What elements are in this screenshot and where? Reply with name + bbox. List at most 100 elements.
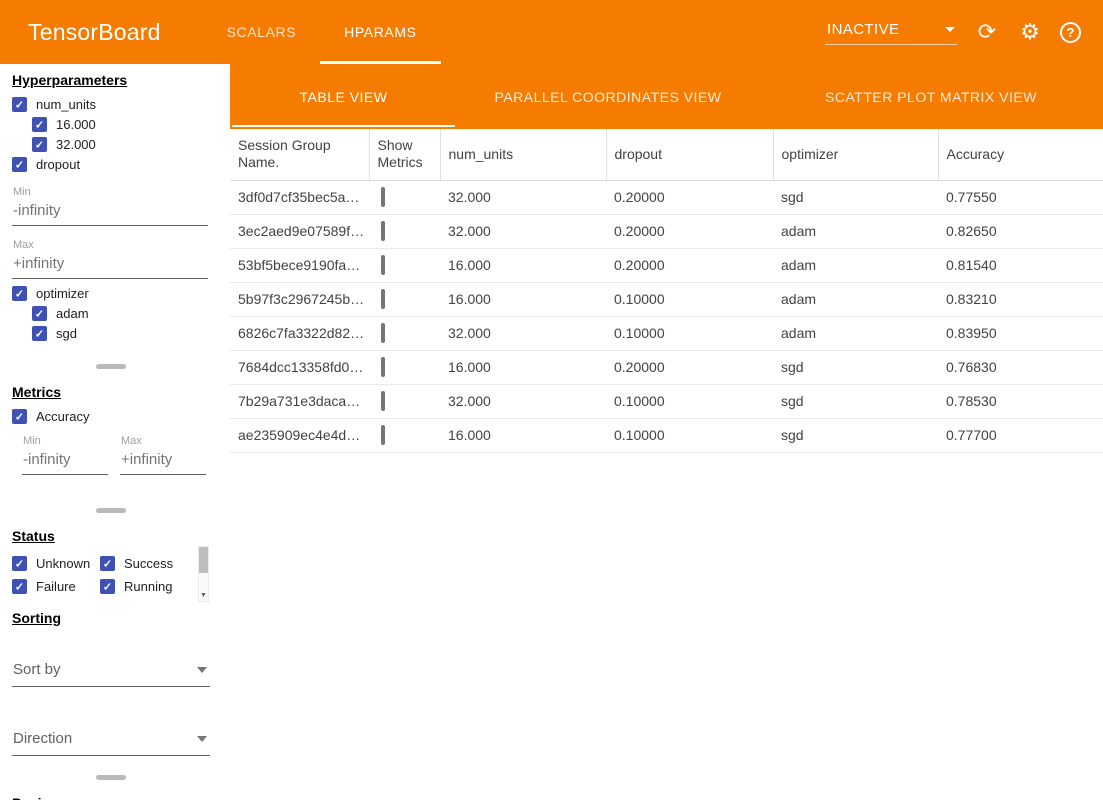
scroll-down-icon[interactable]: ▼ <box>200 591 207 601</box>
col-num-units[interactable]: num_units <box>440 129 606 180</box>
accuracy-cell: 0.81540 <box>938 248 1103 282</box>
checkbox-checked-icon[interactable] <box>12 97 27 112</box>
status-option-success[interactable]: Success <box>100 555 198 572</box>
dropout-cell: 0.10000 <box>606 418 773 452</box>
gear-icon[interactable]: ⚙ <box>1017 20 1043 44</box>
col-session-group-name[interactable]: Session Group Name. <box>230 129 369 180</box>
checkbox-checked-icon[interactable] <box>12 579 27 594</box>
show-metrics-cell <box>369 316 440 350</box>
show-metrics-checkbox[interactable] <box>381 187 385 207</box>
hparam-optimizer-value-sgd[interactable]: sgd <box>12 325 211 342</box>
dropout-min-input[interactable] <box>12 198 208 226</box>
hparam-optimizer[interactable]: optimizer <box>12 285 211 302</box>
metric-accuracy[interactable]: Accuracy <box>12 408 211 425</box>
metric-max-label: Max <box>121 435 206 447</box>
show-metrics-checkbox[interactable] <box>381 391 385 411</box>
checkbox-checked-icon[interactable] <box>32 326 47 341</box>
checkbox-checked-icon[interactable] <box>100 579 115 594</box>
checkbox-checked-icon[interactable] <box>12 286 27 301</box>
session-group-name-cell: 7b29a731e3daca… <box>230 384 369 418</box>
col-dropout[interactable]: dropout <box>606 129 773 180</box>
table-row: 3df0d7cf35bec5a…32.0000.20000sgd0.77550 <box>230 180 1103 214</box>
show-metrics-checkbox[interactable] <box>381 357 385 377</box>
num-units-cell: 16.000 <box>440 282 606 316</box>
tab-hparams[interactable]: HPARAMS <box>320 0 440 64</box>
num-units-cell: 32.000 <box>440 180 606 214</box>
col-accuracy[interactable]: Accuracy <box>938 129 1103 180</box>
col-show-metrics[interactable]: Show Metrics <box>369 129 440 180</box>
tab-scalars[interactable]: SCALARS <box>203 0 321 64</box>
status-scrollbar[interactable]: ▼ <box>198 546 209 602</box>
table-row: ae235909ec4e4d…16.0000.10000sgd0.77700 <box>230 418 1103 452</box>
metric-max-input[interactable] <box>120 447 206 475</box>
metric-min-label: Min <box>23 435 108 447</box>
dropout-cell: 0.10000 <box>606 282 773 316</box>
show-metrics-checkbox[interactable] <box>381 323 385 343</box>
hparam-optimizer-value-adam[interactable]: adam <box>12 305 211 322</box>
status-pane: Status Unknown Success Failure Running <box>0 520 221 602</box>
hparam-num-units-value-32[interactable]: 32.000 <box>12 136 211 153</box>
show-metrics-cell <box>369 180 440 214</box>
status-options: Unknown Success Failure Running <box>12 552 198 598</box>
checkbox-checked-icon[interactable] <box>100 556 115 571</box>
show-metrics-cell <box>369 282 440 316</box>
pane-resize-handle[interactable] <box>96 775 126 780</box>
col-optimizer[interactable]: optimizer <box>773 129 938 180</box>
scrollbar-thumb[interactable] <box>199 547 208 573</box>
dropout-cell: 0.20000 <box>606 248 773 282</box>
pane-resize-handle[interactable] <box>96 508 126 513</box>
status-label: Success <box>124 556 173 571</box>
hparam-value-label: adam <box>56 306 89 321</box>
checkbox-checked-icon[interactable] <box>12 157 27 172</box>
tab-scatter-plot-matrix-view[interactable]: SCATTER PLOT MATRIX VIEW <box>759 64 1103 129</box>
tab-parallel-coordinates-view[interactable]: PARALLEL COORDINATES VIEW <box>457 64 759 129</box>
checkbox-checked-icon[interactable] <box>12 556 27 571</box>
hparam-dropout[interactable]: dropout <box>12 156 211 173</box>
status-option-unknown[interactable]: Unknown <box>12 555 100 572</box>
num-units-cell: 16.000 <box>440 350 606 384</box>
table-header-row: Session Group Name. Show Metrics num_uni… <box>230 129 1103 180</box>
show-metrics-checkbox[interactable] <box>381 255 385 275</box>
optimizer-cell: sgd <box>773 384 938 418</box>
checkbox-checked-icon[interactable] <box>32 137 47 152</box>
refresh-icon[interactable]: ⟳ <box>974 20 1000 44</box>
help-icon[interactable]: ? <box>1060 22 1081 43</box>
checkbox-checked-icon[interactable] <box>32 117 47 132</box>
metrics-heading: Metrics <box>12 384 211 400</box>
dropout-cell: 0.10000 <box>606 384 773 418</box>
sidebar: Hyperparameters num_units 16.000 32.000 … <box>0 64 221 800</box>
hparam-label: num_units <box>36 97 96 112</box>
dropout-max-input[interactable] <box>12 251 208 279</box>
tab-table-view[interactable]: TABLE VIEW <box>230 64 457 129</box>
hparam-num-units[interactable]: num_units <box>12 96 211 113</box>
sort-by-select[interactable]: Sort by <box>12 654 210 687</box>
run-status-select[interactable]: INACTIVE <box>825 19 957 45</box>
chevron-down-icon <box>197 736 207 742</box>
paging-pane: Paging Number of matching session groups… <box>0 787 221 800</box>
hparam-label: optimizer <box>36 286 89 301</box>
topbar-actions: INACTIVE ⟳ ⚙ ? <box>825 0 1081 64</box>
status-label: Running <box>124 579 172 594</box>
main-panel: TABLE VIEW PARALLEL COORDINATES VIEW SCA… <box>230 64 1103 800</box>
run-status-value: INACTIVE <box>827 21 899 38</box>
hparam-num-units-value-16[interactable]: 16.000 <box>12 116 211 133</box>
metric-min-input[interactable] <box>22 447 108 475</box>
optimizer-cell: adam <box>773 248 938 282</box>
pane-resize-handle[interactable] <box>96 364 126 369</box>
direction-select[interactable]: Direction <box>12 723 210 756</box>
num-units-cell: 32.000 <box>440 214 606 248</box>
checkbox-checked-icon[interactable] <box>12 409 27 424</box>
hparam-value-label: 32.000 <box>56 137 96 152</box>
status-option-failure[interactable]: Failure <box>12 578 100 595</box>
status-option-running[interactable]: Running <box>100 578 198 595</box>
app-title: TensorBoard <box>28 0 161 64</box>
accuracy-cell: 0.83950 <box>938 316 1103 350</box>
show-metrics-checkbox[interactable] <box>381 425 385 445</box>
session-table-body: 3df0d7cf35bec5a…32.0000.20000sgd0.775503… <box>230 180 1103 452</box>
checkbox-checked-icon[interactable] <box>32 306 47 321</box>
show-metrics-checkbox[interactable] <box>381 221 385 241</box>
table-row: 5b97f3c2967245b…16.0000.10000adam0.83210 <box>230 282 1103 316</box>
accuracy-cell: 0.78530 <box>938 384 1103 418</box>
show-metrics-checkbox[interactable] <box>381 289 385 309</box>
optimizer-cell: sgd <box>773 180 938 214</box>
